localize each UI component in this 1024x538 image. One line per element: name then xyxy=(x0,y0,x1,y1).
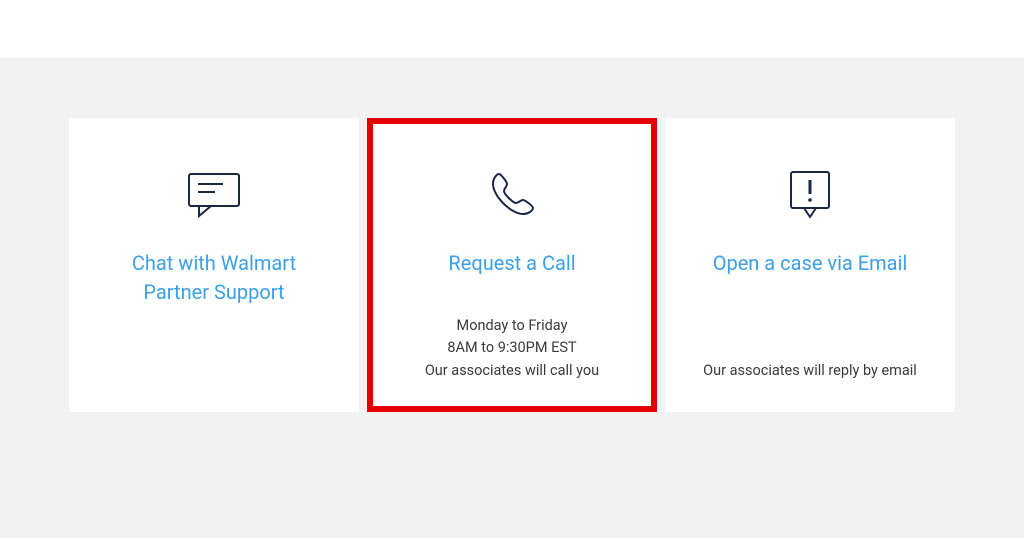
phone-icon xyxy=(483,162,541,227)
call-desc-line-2: 8AM to 9:30PM EST xyxy=(425,337,599,359)
support-cards-row: Chat with Walmart Partner Support Reques… xyxy=(68,118,956,412)
support-options-section: Chat with Walmart Partner Support Reques… xyxy=(0,58,1024,538)
email-card-desc: Our associates will reply by email xyxy=(703,360,917,382)
alert-icon xyxy=(785,162,835,227)
call-desc-line-1: Monday to Friday xyxy=(425,315,599,337)
call-card-desc: Monday to Friday 8AM to 9:30PM EST Our a… xyxy=(425,315,599,382)
chat-support-card[interactable]: Chat with Walmart Partner Support xyxy=(69,118,359,412)
email-card-title: Open a case via Email xyxy=(705,249,916,278)
chat-card-title: Chat with Walmart Partner Support xyxy=(89,249,339,307)
top-whitespace xyxy=(0,0,1024,58)
call-desc-line-3: Our associates will call you xyxy=(425,360,599,382)
email-case-card[interactable]: Open a case via Email Our associates wil… xyxy=(665,118,955,412)
call-card-title: Request a Call xyxy=(440,249,583,278)
chat-icon xyxy=(185,162,243,227)
request-call-card[interactable]: Request a Call Monday to Friday 8AM to 9… xyxy=(367,118,657,412)
